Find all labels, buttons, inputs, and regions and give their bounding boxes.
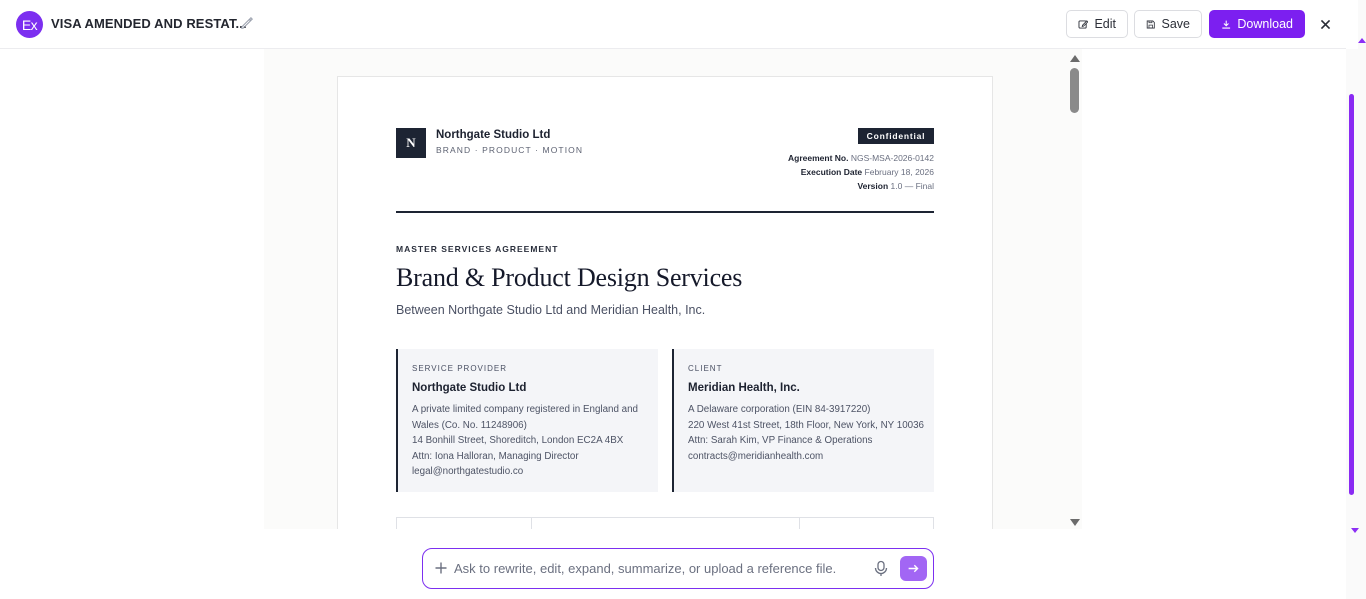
confidential-badge: Confidential [858,128,934,144]
scroll-down-icon[interactable] [1351,528,1359,533]
outer-scrollbar[interactable] [1346,49,1366,599]
document-title: VISA AMENDED AND RESTAT... [51,16,247,31]
save-button[interactable]: Save [1134,10,1202,38]
download-button[interactable]: Download [1209,10,1305,38]
close-icon[interactable] [1316,15,1334,33]
mic-icon[interactable] [873,560,889,577]
party-label: CLIENT [688,364,723,373]
party-details: A Delaware corporation (EIN 84-3917220) … [688,404,924,462]
edit-icon [1078,19,1089,29]
download-icon [1222,20,1231,29]
document-scrollbar-thumb[interactable] [1070,68,1079,113]
document-table [396,517,934,529]
send-button[interactable] [900,556,927,581]
party-name: Meridian Health, Inc. [688,382,800,394]
company-monogram: N [396,128,426,158]
document-kicker: MASTER SERVICES AGREEMENT [396,244,559,254]
send-arrow-icon [908,564,919,573]
party-card-provider: SERVICE PROVIDER Northgate Studio Ltd A … [396,349,658,492]
document-scrollbar[interactable] [1068,49,1082,529]
prompt-input[interactable]: Ask to rewrite, edit, expand, summarize,… [454,561,836,576]
document-heading: Brand & Product Design Services [396,263,743,292]
outer-scrollbar-top [1358,0,1366,49]
app-logo[interactable]: Ex [16,11,43,38]
plus-icon[interactable] [434,561,448,575]
document-page: N Northgate Studio Ltd BRAND · PRODUCT ·… [337,76,993,529]
header-rule [396,211,934,213]
edit-label: Edit [1094,17,1116,31]
top-bar: Ex VISA AMENDED AND RESTAT... Edit Save … [0,0,1346,49]
meta-execution-date: Execution Date February 18, 2026 [800,167,934,177]
company-name: Northgate Studio Ltd [436,129,551,141]
outer-scrollbar-thumb[interactable] [1349,94,1354,495]
edit-button[interactable]: Edit [1066,10,1128,38]
document-subtitle: Between Northgate Studio Ltd and Meridia… [396,303,706,317]
scroll-up-icon[interactable] [1358,38,1366,43]
party-details: A private limited company registered in … [412,404,639,477]
pencil-icon[interactable] [240,16,254,30]
scroll-up-icon[interactable] [1070,55,1080,62]
meta-version: Version 1.0 — Final [857,181,934,191]
party-label: SERVICE PROVIDER [412,364,507,373]
party-card-client: CLIENT Meridian Health, Inc. A Delaware … [672,349,934,492]
document-canvas: N Northgate Studio Ltd BRAND · PRODUCT ·… [264,49,1082,529]
download-label: Download [1237,17,1293,31]
save-icon [1146,20,1155,28]
save-label: Save [1161,17,1191,31]
meta-agreement-no: Agreement No. NGS-MSA-2026-0142 [788,153,934,163]
party-name: Northgate Studio Ltd [412,382,527,394]
scroll-down-icon[interactable] [1070,519,1080,526]
prompt-bar[interactable]: Ask to rewrite, edit, expand, summarize,… [422,548,934,589]
company-tagline: BRAND · PRODUCT · MOTION [436,145,584,155]
